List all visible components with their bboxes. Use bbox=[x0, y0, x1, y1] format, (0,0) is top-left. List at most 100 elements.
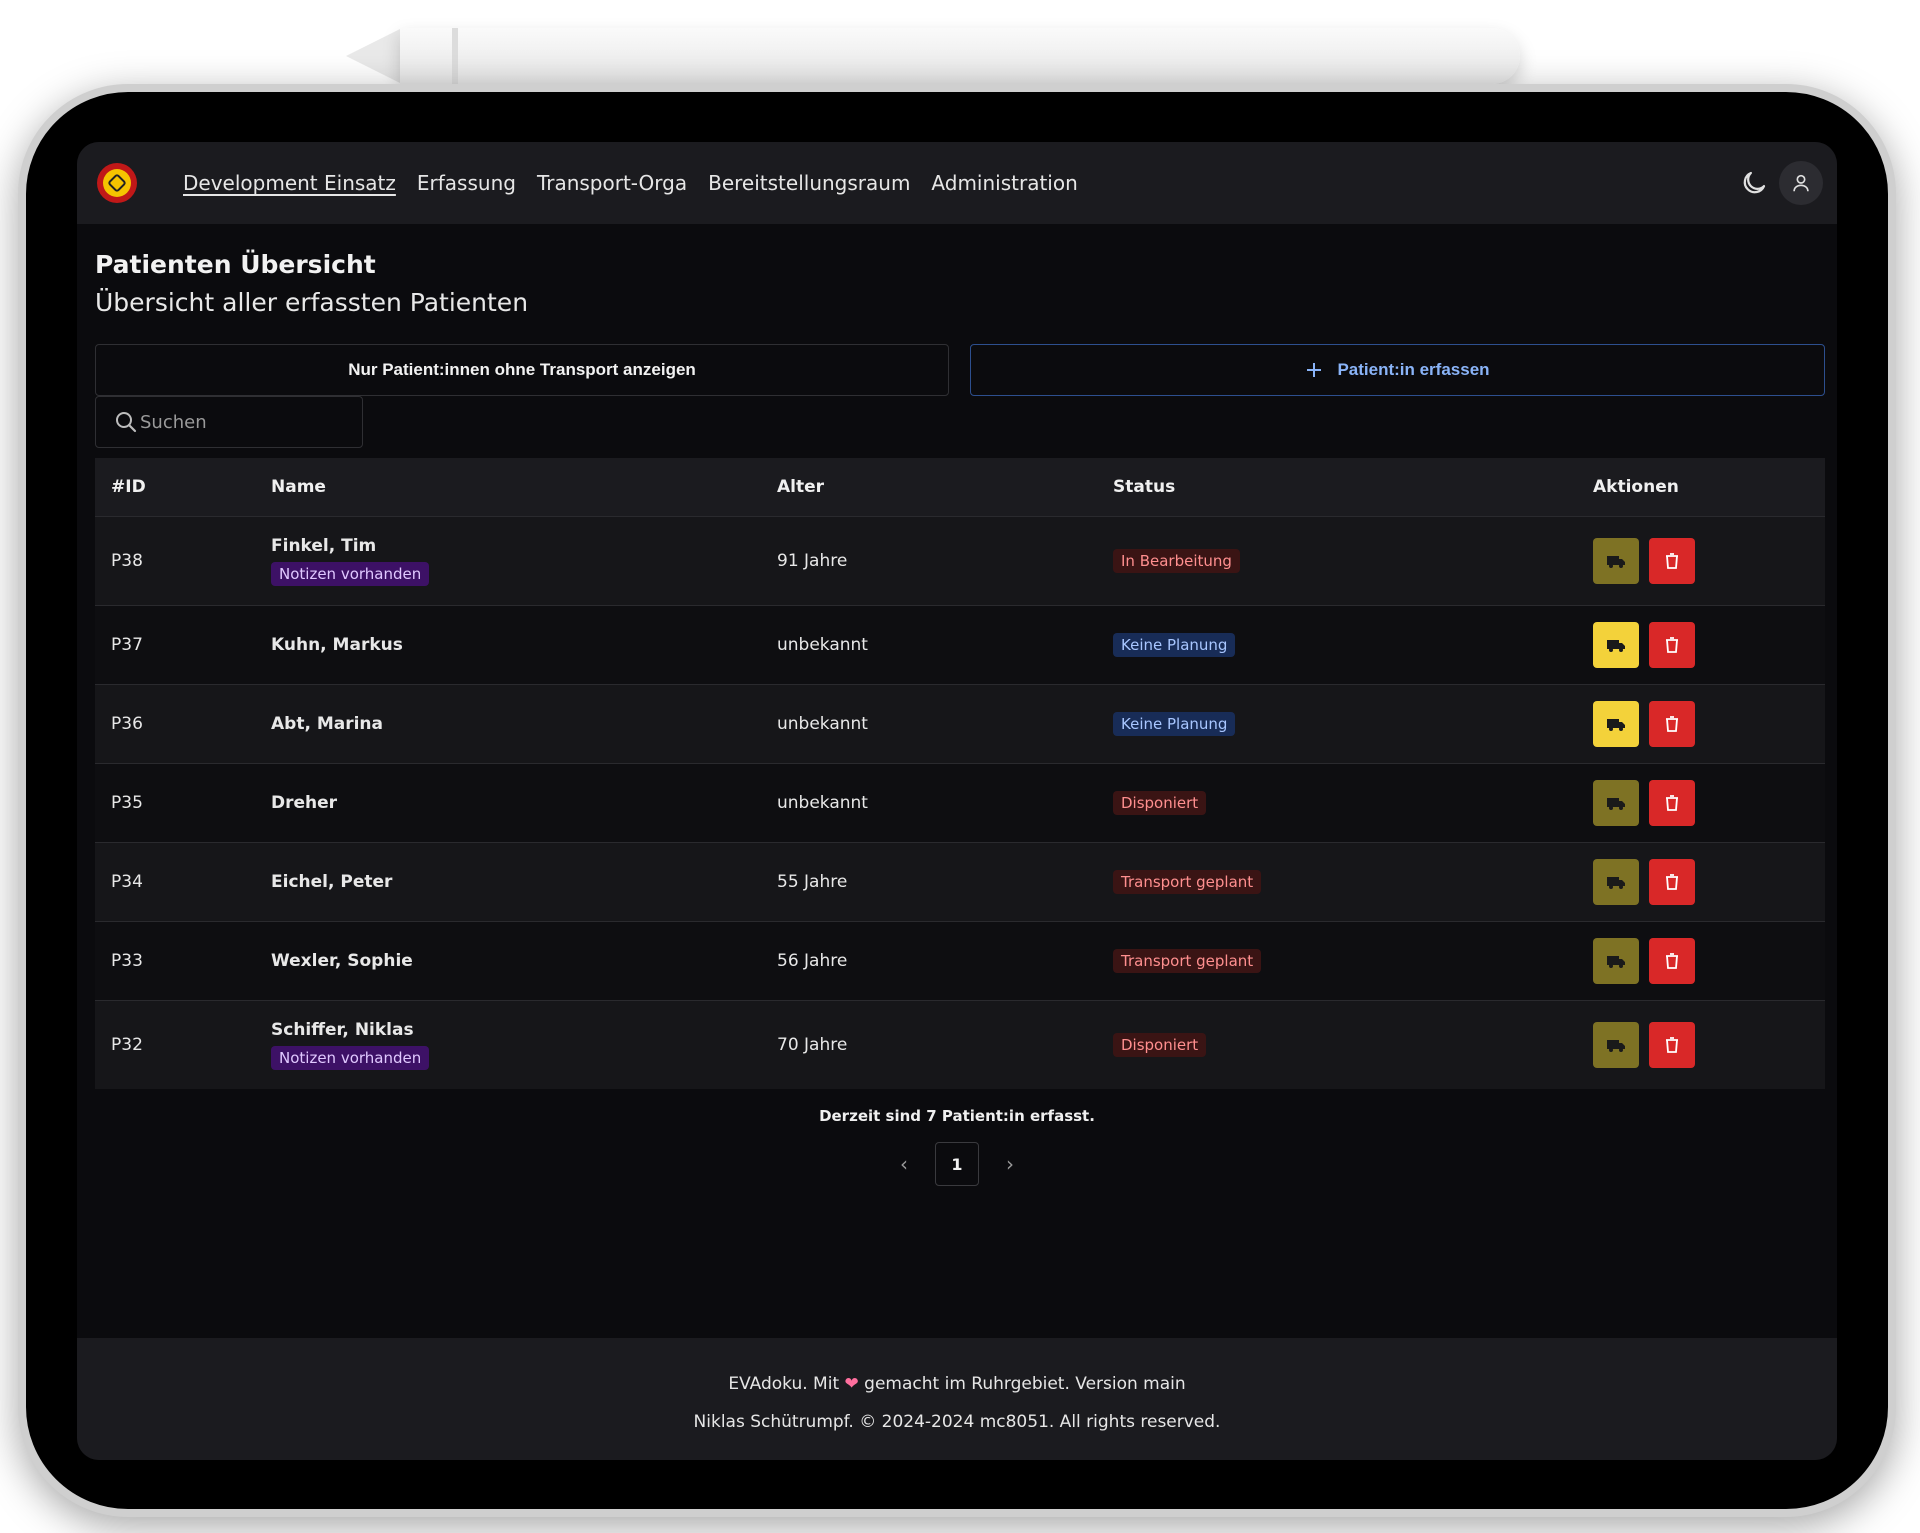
transport-button[interactable] bbox=[1593, 779, 1639, 826]
pencil-tip bbox=[346, 28, 402, 84]
moon-icon[interactable] bbox=[1739, 168, 1769, 198]
chevron-right-icon[interactable]: › bbox=[995, 1152, 1025, 1176]
delete-button[interactable] bbox=[1649, 1021, 1695, 1068]
patient-name: Dreher bbox=[271, 792, 338, 813]
table-row[interactable]: P32 Schiffer, Niklas Notizen vorhanden 7… bbox=[95, 1000, 1825, 1089]
footer-line-1: EVAdoku. Mit ❤ gemacht im Ruhrgebiet. Ve… bbox=[77, 1374, 1837, 1394]
page-number-current[interactable]: 1 bbox=[935, 1142, 979, 1186]
patient-id: P34 bbox=[111, 871, 143, 892]
patient-id: P38 bbox=[111, 550, 143, 571]
nav-link-transport-orga[interactable]: Transport-Orga bbox=[537, 171, 687, 195]
trash-icon bbox=[1666, 873, 1678, 890]
patient-age: unbekannt bbox=[777, 713, 868, 734]
add-patient-button[interactable]: Patient:in erfassen bbox=[970, 344, 1825, 396]
nav-link-erfassung[interactable]: Erfassung bbox=[417, 171, 516, 195]
transport-button[interactable] bbox=[1593, 937, 1639, 984]
status-badge: In Bearbeitung bbox=[1113, 548, 1240, 573]
table-row[interactable]: P38 Finkel, Tim Notizen vorhanden 91 Jah… bbox=[95, 516, 1825, 605]
pagination: ‹ 1 › bbox=[77, 1142, 1837, 1186]
trash-icon bbox=[1666, 552, 1678, 569]
page-title: Patienten Übersicht bbox=[95, 250, 376, 279]
user-menu-button[interactable] bbox=[1779, 161, 1823, 205]
table-row[interactable]: P37 Kuhn, Markus unbekannt Keine Planung bbox=[95, 605, 1825, 684]
delete-button[interactable] bbox=[1649, 621, 1695, 668]
patient-name: Eichel, Peter bbox=[271, 871, 393, 892]
footer: EVAdoku. Mit ❤ gemacht im Ruhrgebiet. Ve… bbox=[77, 1338, 1837, 1460]
nav-link-development-einsatz[interactable]: Development Einsatz bbox=[183, 171, 396, 195]
delete-button[interactable] bbox=[1649, 779, 1695, 826]
patient-age: 56 Jahre bbox=[777, 950, 848, 971]
delete-button[interactable] bbox=[1649, 858, 1695, 905]
transport-button[interactable] bbox=[1593, 700, 1639, 747]
patient-age: unbekannt bbox=[777, 792, 868, 813]
status-badge: Transport geplant bbox=[1113, 948, 1262, 973]
table-row[interactable]: P34 Eichel, Peter 55 Jahre Transport gep… bbox=[95, 842, 1825, 921]
search-icon bbox=[116, 412, 137, 433]
ambulance-icon bbox=[1607, 555, 1625, 568]
patient-age: 55 Jahre bbox=[777, 871, 848, 892]
footer-line-2: Niklas Schütrumpf. © 2024-2024 mc8051. A… bbox=[693, 1412, 1221, 1432]
patient-age: unbekannt bbox=[777, 634, 868, 655]
ambulance-icon bbox=[1607, 639, 1625, 652]
ambulance-icon bbox=[1607, 876, 1625, 889]
chevron-left-icon[interactable]: ‹ bbox=[889, 1152, 919, 1176]
patient-count-text: Derzeit sind 7 Patient:in erfasst. bbox=[819, 1107, 1095, 1125]
patient-name: Finkel, Tim bbox=[271, 535, 377, 556]
footer-prefix: EVAdoku. Mit bbox=[728, 1374, 840, 1394]
ambulance-icon bbox=[1607, 718, 1625, 731]
table-row[interactable]: P33 Wexler, Sophie 56 Jahre Transport ge… bbox=[95, 921, 1825, 1000]
delete-button[interactable] bbox=[1649, 537, 1695, 584]
status-badge: Transport geplant bbox=[1113, 869, 1262, 894]
patient-name: Wexler, Sophie bbox=[271, 950, 413, 971]
notes-badge: Notizen vorhanden bbox=[271, 1045, 430, 1070]
patient-name: Schiffer, Niklas bbox=[271, 1019, 414, 1040]
trash-icon bbox=[1666, 794, 1678, 811]
app-screen: Development Einsatz Erfassung Transport-… bbox=[77, 142, 1837, 1460]
user-icon bbox=[1793, 174, 1809, 192]
transport-button[interactable] bbox=[1593, 1021, 1639, 1068]
delete-button[interactable] bbox=[1649, 937, 1695, 984]
trash-icon bbox=[1666, 952, 1678, 969]
search-field[interactable] bbox=[95, 396, 363, 448]
nav-links: Development Einsatz Erfassung Transport-… bbox=[183, 142, 1078, 224]
patient-id: P33 bbox=[111, 950, 143, 971]
transport-button[interactable] bbox=[1593, 537, 1639, 584]
col-status: Status bbox=[1113, 476, 1176, 497]
logo[interactable] bbox=[97, 163, 137, 203]
trash-icon bbox=[1666, 636, 1678, 653]
col-age: Alter bbox=[777, 476, 825, 497]
stylus-pencil bbox=[400, 28, 1520, 84]
patient-id: P35 bbox=[111, 792, 143, 813]
status-badge: Keine Planung bbox=[1113, 711, 1236, 736]
add-patient-label: Patient:in erfassen bbox=[1337, 360, 1490, 379]
col-id: #ID bbox=[111, 476, 146, 497]
status-badge: Disponiert bbox=[1113, 790, 1207, 815]
search-input[interactable] bbox=[138, 410, 342, 434]
status-badge: Keine Planung bbox=[1113, 632, 1236, 657]
transport-button[interactable] bbox=[1593, 858, 1639, 905]
delete-button[interactable] bbox=[1649, 700, 1695, 747]
pencil-band bbox=[452, 28, 458, 84]
table-row[interactable]: P35 Dreher unbekannt Disponiert bbox=[95, 763, 1825, 842]
footer-suffix: gemacht im Ruhrgebiet. Version main bbox=[864, 1374, 1186, 1394]
col-actions: Aktionen bbox=[1593, 476, 1679, 497]
patient-name: Kuhn, Markus bbox=[271, 634, 403, 655]
ambulance-icon bbox=[1607, 1039, 1625, 1052]
trash-icon bbox=[1666, 715, 1678, 732]
patient-name: Abt, Marina bbox=[271, 713, 384, 734]
ambulance-icon bbox=[1607, 797, 1625, 810]
transport-button[interactable] bbox=[1593, 621, 1639, 668]
filter-without-transport-button[interactable]: Nur Patient:innen ohne Transport anzeige… bbox=[95, 344, 949, 396]
col-name: Name bbox=[271, 476, 326, 497]
page-subtitle: Übersicht aller erfassten Patienten bbox=[95, 288, 529, 317]
ambulance-icon bbox=[1607, 955, 1625, 968]
table-row[interactable]: P36 Abt, Marina unbekannt Keine Planung bbox=[95, 684, 1825, 763]
patient-age: 70 Jahre bbox=[777, 1034, 848, 1055]
patient-id: P36 bbox=[111, 713, 143, 734]
logo-emblem bbox=[103, 169, 131, 197]
heart-icon: ❤ bbox=[844, 1374, 859, 1394]
nav-link-administration[interactable]: Administration bbox=[931, 171, 1077, 195]
nav-link-bereitstellungsraum[interactable]: Bereitstellungsraum bbox=[708, 171, 910, 195]
table-header-row: #ID Name Alter Status Aktionen bbox=[95, 458, 1825, 516]
patients-table: #ID Name Alter Status Aktionen P38 Finke… bbox=[95, 458, 1825, 1089]
